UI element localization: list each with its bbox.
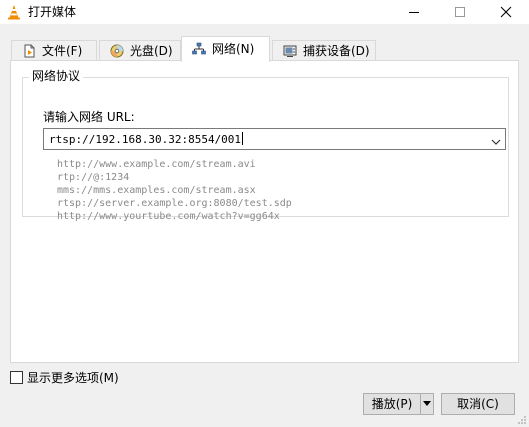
tab-disc[interactable]: 光盘(D) xyxy=(99,40,181,61)
cancel-button[interactable]: 取消(C) xyxy=(441,393,515,415)
tab-disc-label: 光盘(D) xyxy=(130,44,173,58)
play-dropdown-button[interactable] xyxy=(421,394,433,414)
tab-file[interactable]: 文件(F) xyxy=(11,40,97,61)
url-example: http://www.example.com/stream.avi xyxy=(57,159,256,170)
tab-network[interactable]: 网络(N) xyxy=(181,36,270,62)
url-example: rtp://@:1234 xyxy=(57,172,130,183)
network-protocol-group: 请输入网络 URL: rtsp://192.168.30.32:8554/001… xyxy=(22,77,509,222)
url-combobox[interactable]: rtsp://192.168.30.32:8554/001 xyxy=(43,128,506,150)
file-icon xyxy=(22,44,36,58)
tab-capture-device[interactable]: 捕获设备(D) xyxy=(272,40,376,61)
tab-strip: 文件(F) 光盘(D) 网络(N) 捕获设备(D) xyxy=(0,36,529,62)
tab-capture-device-label: 捕获设备(D) xyxy=(303,44,370,58)
maximize-button[interactable] xyxy=(437,0,483,24)
vlc-cone-icon xyxy=(6,4,22,20)
url-input-text: rtsp://192.168.30.32:8554/001 xyxy=(49,133,242,146)
url-examples: http://www.example.com/stream.avi rtp://… xyxy=(57,158,292,223)
tab-network-label: 网络(N) xyxy=(212,42,255,56)
resize-grip-icon[interactable] xyxy=(515,413,527,425)
show-more-options-label: 显示更多选项(M) xyxy=(27,371,119,385)
network-icon xyxy=(192,42,206,56)
chevron-down-icon[interactable] xyxy=(491,135,501,145)
close-icon xyxy=(500,6,512,18)
window-title: 打开媒体 xyxy=(28,5,77,19)
capture-device-icon xyxy=(283,44,297,58)
url-example: http://www.yourtube.com/watch?v=gg64x xyxy=(57,211,280,222)
title-bar: 打开媒体 xyxy=(0,0,529,24)
maximize-icon xyxy=(455,7,465,17)
url-example: rtsp://server.example.org:8080/test.sdp xyxy=(57,198,292,209)
url-example: mms://mms.examples.com/stream.asx xyxy=(57,185,256,196)
triangle-down-icon xyxy=(423,401,431,406)
play-button[interactable]: 播放(P) xyxy=(364,394,420,414)
network-tab-panel: 网络协议 请输入网络 URL: rtsp://192.168.30.32:855… xyxy=(10,60,519,363)
url-label: 请输入网络 URL: xyxy=(43,110,135,124)
url-input[interactable]: rtsp://192.168.30.32:8554/001 xyxy=(49,132,244,147)
show-more-options-checkbox[interactable] xyxy=(10,371,23,384)
close-button[interactable] xyxy=(483,0,529,24)
disc-icon xyxy=(110,44,124,58)
tab-file-label: 文件(F) xyxy=(42,44,83,58)
play-split-button: 播放(P) xyxy=(363,393,434,415)
minimize-icon xyxy=(409,12,419,13)
text-caret xyxy=(242,132,244,145)
minimize-button[interactable] xyxy=(391,0,437,24)
network-protocol-group-title: 网络协议 xyxy=(29,69,84,84)
